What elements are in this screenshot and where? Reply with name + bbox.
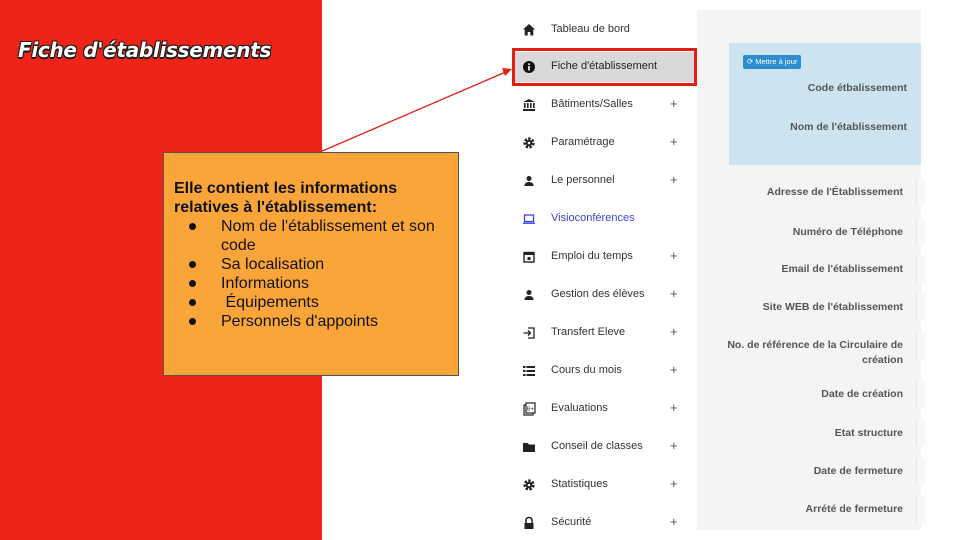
field-input[interactable] bbox=[916, 334, 925, 360]
field-input[interactable] bbox=[916, 381, 925, 407]
expand-plus-icon[interactable]: + bbox=[670, 134, 678, 149]
field-input[interactable] bbox=[916, 294, 925, 320]
sidebar-item-gestion-eleves[interactable]: Gestion des élèves + bbox=[512, 280, 697, 310]
field-label: Date de fermeture bbox=[813, 465, 903, 477]
user-icon bbox=[524, 290, 534, 300]
callout-heading: Elle contient les informations relatives… bbox=[174, 180, 398, 216]
sidebar-item-personnel[interactable]: Le personnel + bbox=[512, 166, 697, 196]
field-label: Site WEB de l'établissement bbox=[762, 301, 903, 313]
callout-item: Équipements bbox=[174, 293, 448, 312]
folder-icon bbox=[523, 443, 535, 452]
svg-text:B+: B+ bbox=[527, 407, 535, 413]
sidebar-item-label: Cours du mois bbox=[551, 364, 622, 376]
field-label: Code étbalissement bbox=[807, 82, 907, 94]
expand-plus-icon[interactable]: + bbox=[670, 96, 678, 111]
callout-list: Nom de l'établissement et son code Sa lo… bbox=[174, 217, 448, 331]
sidebar-item-evaluations[interactable]: B+ Evaluations + bbox=[512, 394, 697, 424]
field-input[interactable] bbox=[916, 420, 925, 446]
slide-title: Fiche d'établissements bbox=[18, 38, 272, 62]
clipboard-icon: B+ bbox=[523, 402, 536, 416]
expand-plus-icon[interactable]: + bbox=[670, 324, 678, 339]
sidebar-item-conseil-de-classes[interactable]: Conseil de classes + bbox=[512, 432, 697, 462]
expand-plus-icon[interactable]: + bbox=[670, 248, 678, 263]
field-input[interactable] bbox=[916, 496, 925, 522]
sidebar-item-label: Statistiques bbox=[551, 478, 608, 490]
user-icon bbox=[524, 176, 534, 186]
field-label: Numéro de Téléphone bbox=[792, 226, 903, 238]
lock-icon bbox=[524, 516, 534, 529]
sign-in-icon bbox=[523, 327, 535, 339]
field-input[interactable] bbox=[916, 179, 925, 205]
field-label: No. de référence de la Circulaire de cré… bbox=[727, 339, 903, 366]
sidebar-item-batiments[interactable]: Bâtiments/Salles + bbox=[512, 90, 697, 120]
callout-item: Informations bbox=[174, 274, 448, 293]
field-label: Nom de l'établissement bbox=[790, 121, 907, 133]
expand-plus-icon[interactable]: + bbox=[670, 438, 678, 453]
refresh-icon: ⟳ bbox=[747, 57, 754, 66]
gear-icon bbox=[523, 479, 535, 491]
sidebar-item-parametrage[interactable]: Paramétrage + bbox=[512, 128, 697, 158]
sidebar-item-label: Visioconférences bbox=[551, 212, 635, 224]
sidebar-item-label: Evaluations bbox=[551, 402, 608, 414]
sidebar-item-label: Le personnel bbox=[551, 174, 615, 186]
callout-item: Sa localisation bbox=[174, 255, 448, 274]
field-label: Etat structure bbox=[834, 427, 903, 439]
field-label: Date de création bbox=[821, 388, 903, 400]
sidebar-item-label: Paramétrage bbox=[551, 136, 615, 148]
sidebar-item-transfert-eleve[interactable]: Transfert Eleve + bbox=[512, 318, 697, 348]
list-icon bbox=[523, 366, 535, 376]
gear-icon bbox=[523, 137, 535, 149]
field-input[interactable] bbox=[916, 256, 925, 282]
sidebar-item-label: Tableau de bord bbox=[551, 23, 630, 35]
highlight-box bbox=[512, 48, 697, 86]
update-button[interactable]: ⟳ Mettre à jour bbox=[743, 55, 802, 69]
sidebar-item-label: Bâtiments/Salles bbox=[551, 98, 633, 110]
sidebar-nav: Tableau de bord Fiche d'établissement Bâ… bbox=[512, 10, 698, 530]
sidebar-item-label: Sécurité bbox=[551, 516, 592, 528]
expand-plus-icon[interactable]: + bbox=[670, 286, 678, 301]
expand-plus-icon[interactable]: + bbox=[670, 362, 678, 377]
laptop-icon bbox=[523, 214, 535, 224]
callout-item: Personnels d'appoints bbox=[174, 312, 448, 331]
update-button-label: Mettre à jour bbox=[755, 57, 798, 66]
calendar-icon bbox=[523, 251, 535, 263]
sidebar-item-emploi-du-temps[interactable]: Emploi du temps + bbox=[512, 242, 697, 272]
sidebar-item-securite[interactable]: Sécurité + bbox=[512, 508, 697, 538]
field-input[interactable] bbox=[916, 219, 925, 245]
field-label: Arrété de fermeture bbox=[805, 503, 903, 515]
sidebar-item-label: Gestion des élèves bbox=[551, 288, 645, 300]
sidebar-item-visioconferences[interactable]: Visioconférences bbox=[512, 204, 697, 234]
bank-icon bbox=[523, 99, 535, 111]
home-icon bbox=[523, 24, 535, 36]
callout-box: Elle contient les informations relatives… bbox=[163, 152, 459, 376]
sidebar-item-label: Conseil de classes bbox=[551, 440, 643, 452]
expand-plus-icon[interactable]: + bbox=[670, 400, 678, 415]
sidebar-item-cours-du-mois[interactable]: Cours du mois + bbox=[512, 356, 697, 386]
field-label: Email de l'établissement bbox=[781, 263, 903, 275]
expand-plus-icon[interactable]: + bbox=[670, 476, 678, 491]
expand-plus-icon[interactable]: + bbox=[670, 172, 678, 187]
sidebar-item-label: Emploi du temps bbox=[551, 250, 633, 262]
field-label: Adresse de l'Établissement bbox=[766, 186, 903, 198]
sidebar-item-label: Transfert Eleve bbox=[551, 326, 626, 338]
callout-item: Nom de l'établissement et son code bbox=[174, 217, 448, 255]
sidebar-item-statistiques[interactable]: Statistiques + bbox=[512, 470, 697, 500]
field-input[interactable] bbox=[916, 458, 925, 484]
expand-plus-icon[interactable]: + bbox=[670, 514, 678, 529]
sidebar-item-tableau-de-bord[interactable]: Tableau de bord bbox=[512, 15, 697, 45]
